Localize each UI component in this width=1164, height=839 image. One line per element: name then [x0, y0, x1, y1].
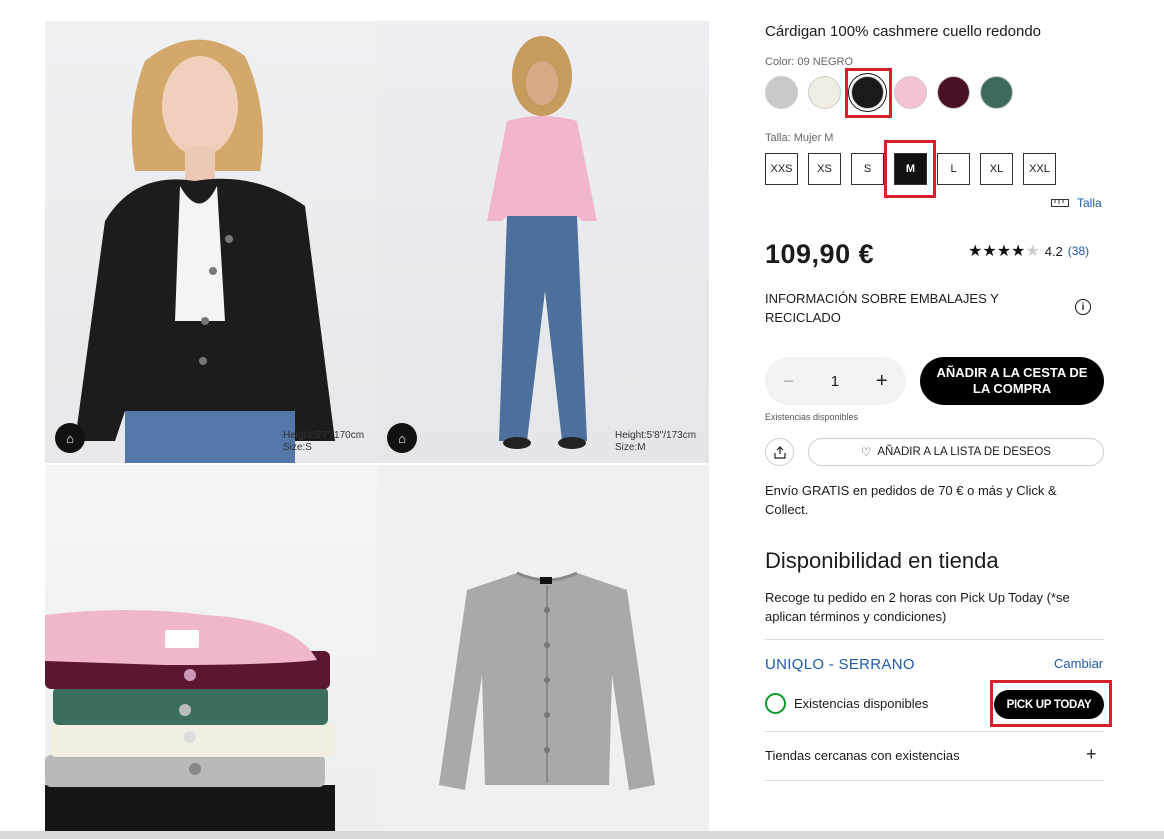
model-size: Size:M — [615, 442, 646, 453]
size-option[interactable]: S — [851, 153, 884, 185]
star-rating-icon: ★★★★★ — [968, 243, 1040, 260]
color-swatch-gris[interactable] — [765, 76, 798, 109]
horizontal-scrollbar[interactable] — [0, 831, 1164, 839]
color-swatch-rosa[interactable] — [894, 76, 927, 109]
stock-note: Existencias disponibles — [765, 412, 859, 422]
model-size: Size:S — [283, 442, 312, 453]
size-guide-link[interactable]: Talla — [1051, 196, 1102, 210]
stock-status-label: Existencias disponibles — [794, 696, 929, 711]
color-swatch-verde[interactable] — [980, 76, 1013, 109]
product-image-grey-flat[interactable] — [377, 465, 709, 831]
quantity-stepper: − 1 + — [765, 357, 906, 405]
quantity-decrease-button[interactable]: − — [783, 371, 794, 392]
plus-icon[interactable]: + — [1086, 744, 1097, 765]
size-guide-label[interactable]: Talla — [1077, 196, 1102, 210]
divider — [765, 731, 1104, 732]
quantity-value: 1 — [830, 372, 840, 390]
heart-icon: ♡ — [861, 447, 872, 459]
rating-value: 4.2 — [1044, 243, 1063, 259]
wishlist-button[interactable]: ♡ AÑADIR A LA LISTA DE DESEOS — [808, 438, 1104, 466]
add-to-cart-button[interactable]: AÑADIR A LA CESTA DE LA COMPRA — [920, 357, 1104, 405]
product-gallery: ⌂ Height:5'7"/170cm Size:S ⌂ Height:5'8"… — [45, 21, 709, 831]
size-option[interactable]: XL — [980, 153, 1013, 185]
divider — [765, 780, 1104, 781]
color-label: Color: 09 NEGRO — [765, 56, 854, 68]
shipping-info: Envío GRATIS en pedidos de 70 € o más y … — [765, 483, 1057, 517]
size-option[interactable]: XS — [808, 153, 841, 185]
size-option[interactable]: XXL — [1023, 153, 1056, 185]
divider — [765, 639, 1104, 640]
product-image-stack[interactable] — [45, 465, 377, 831]
price: 109,90 € — [765, 239, 875, 269]
rating[interactable]: ★★★★★ 4.2 (38) — [968, 241, 1089, 261]
product-image-black-cardigan[interactable]: ⌂ Height:5'7"/170cm Size:S — [45, 21, 377, 463]
wishlist-label: AÑADIR A LA LISTA DE DESEOS — [877, 446, 1051, 458]
model-height: Height:5'7"/170cm — [283, 430, 365, 441]
product-image-pink-cardigan[interactable]: ⌂ Height:5'8"/173cm Size:M — [377, 21, 709, 463]
model-height: Height:5'8"/173cm — [615, 430, 697, 441]
nearby-stores-toggle[interactable]: Tiendas cercanas con existencias — [765, 748, 960, 763]
highlight-box-pickup — [990, 680, 1112, 727]
highlight-box-size — [884, 140, 936, 198]
change-store-link[interactable]: Cambiar — [1054, 656, 1103, 671]
hanger-icon[interactable]: ⌂ — [55, 423, 85, 453]
highlight-box-color — [845, 68, 892, 118]
color-swatch-natural[interactable] — [808, 76, 841, 109]
store-availability-heading: Disponibilidad en tienda — [765, 548, 999, 573]
info-icon[interactable]: i — [1075, 299, 1091, 315]
store-name: UNIQLO - SERRANO — [765, 656, 915, 673]
packaging-info[interactable]: INFORMACIÓN SOBRE EMBALAJES Y RECICLADO — [765, 289, 1045, 327]
share-button[interactable] — [765, 438, 794, 466]
rating-count[interactable]: (38) — [1068, 244, 1089, 258]
available-circle-icon — [765, 693, 786, 714]
hanger-icon[interactable]: ⌂ — [387, 423, 417, 453]
color-swatch-burdeos[interactable] — [937, 76, 970, 109]
quantity-increase-button[interactable]: + — [876, 370, 888, 393]
product-title: Cárdigan 100% cashmere cuello redondo — [765, 23, 1042, 40]
size-label: Talla: Mujer M — [765, 132, 834, 144]
model-info-1: Height:5'7"/170cm Size:S — [283, 430, 364, 454]
size-option[interactable]: L — [937, 153, 970, 185]
share-icon — [773, 445, 786, 459]
pickup-description: Recoge tu pedido en 2 horas con Pick Up … — [765, 590, 1070, 624]
stock-status: Existencias disponibles — [765, 693, 928, 714]
model-info-2: Height:5'8"/173cm Size:M — [615, 430, 696, 454]
ruler-icon — [1051, 199, 1069, 207]
size-option[interactable]: XXS — [765, 153, 798, 185]
